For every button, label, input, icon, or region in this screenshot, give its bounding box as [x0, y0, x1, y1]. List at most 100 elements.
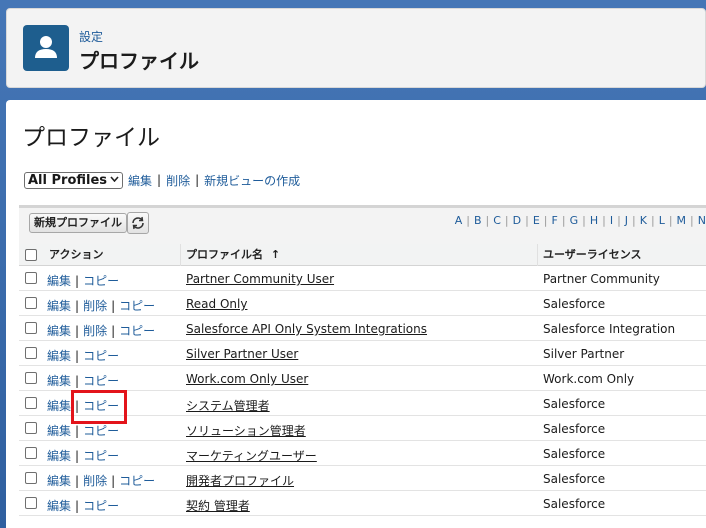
- alphabet-letter[interactable]: M: [677, 214, 687, 227]
- alphabet-letter[interactable]: D: [513, 214, 521, 227]
- table-row: 編集 | 削除 | コピー Read Only Salesforce: [19, 291, 706, 316]
- profile-name-cell: ソリューション管理者: [186, 422, 306, 439]
- alphabet-letter[interactable]: A: [455, 214, 463, 227]
- breadcrumb[interactable]: 設定: [79, 28, 103, 45]
- new-view-link[interactable]: 新規ビューの作成: [204, 172, 300, 189]
- alphabet-separator: |: [602, 214, 606, 227]
- new-profile-button[interactable]: 新規プロファイル: [29, 213, 127, 233]
- separator: |: [195, 173, 200, 187]
- row-actions: 編集 | 削除 | コピー: [47, 297, 155, 314]
- edit-link[interactable]: 編集: [47, 424, 71, 438]
- alphabet-letter[interactable]: L: [659, 214, 665, 227]
- page-title: プロファイル: [22, 125, 160, 151]
- header-title: プロファイル: [79, 49, 199, 73]
- alphabet-letter[interactable]: G: [570, 214, 579, 227]
- profile-name-link[interactable]: Read Only: [186, 297, 247, 311]
- page-header: 設定 プロファイル: [6, 8, 706, 88]
- copy-link[interactable]: コピー: [119, 324, 155, 338]
- action-separator: |: [75, 449, 80, 463]
- alphabet-letter[interactable]: K: [640, 214, 647, 227]
- profile-name-link[interactable]: Silver Partner User: [186, 347, 298, 361]
- row-actions: 編集 | コピー: [47, 497, 119, 514]
- header-profile-name-label: プロファイル名: [186, 248, 263, 261]
- table-row: 編集 | 削除 | コピー Salesforce API Only System Inte…: [19, 316, 706, 341]
- action-separator: |: [75, 299, 80, 313]
- alphabet-letter[interactable]: H: [590, 214, 598, 227]
- alphabet-letter[interactable]: B: [474, 214, 482, 227]
- view-select-value: All Profiles: [28, 172, 108, 188]
- edit-link[interactable]: 編集: [47, 499, 71, 513]
- edit-link[interactable]: 編集: [47, 374, 71, 388]
- refresh-button[interactable]: [127, 212, 149, 234]
- profile-name-link[interactable]: Work.com Only User: [186, 372, 308, 386]
- copy-link[interactable]: コピー: [83, 449, 119, 463]
- row-checkbox[interactable]: [25, 297, 37, 309]
- select-all-checkbox[interactable]: [25, 249, 37, 261]
- list-toolbar: 新規プロファイル A | B | C | D | E | F | G | H | I | J | K | L | M | N: [19, 208, 706, 244]
- action-separator: |: [75, 424, 80, 438]
- copy-link[interactable]: コピー: [119, 299, 155, 313]
- alphabet-letter[interactable]: N: [698, 214, 706, 227]
- copy-link[interactable]: コピー: [119, 474, 155, 488]
- copy-link[interactable]: コピー: [83, 424, 119, 438]
- copy-link[interactable]: コピー: [83, 274, 119, 288]
- alphabet-letter[interactable]: J: [625, 214, 628, 227]
- profile-name-cell: Salesforce API Only System Integrations: [186, 322, 427, 336]
- action-separator: |: [75, 474, 80, 488]
- alphabet-separator: |: [650, 214, 655, 227]
- alphabet-letter[interactable]: E: [533, 214, 540, 227]
- highlight-box: [71, 390, 127, 424]
- edit-link[interactable]: 編集: [47, 474, 71, 488]
- profile-table: アクション プロファイル名 ↑ ユーザーライセンス 編集 | コピー Partner …: [19, 244, 706, 528]
- delete-view-link[interactable]: 削除: [166, 172, 190, 189]
- profile-name-link[interactable]: マーケティングユーザー: [186, 449, 317, 463]
- delete-link[interactable]: 削除: [83, 324, 107, 338]
- table-row: 編集 | コピー Work.com Only User Work.com Only: [19, 366, 706, 391]
- row-checkbox[interactable]: [25, 397, 37, 409]
- edit-link[interactable]: 編集: [47, 399, 71, 413]
- profile-name-link[interactable]: 開発者プロファイル: [186, 474, 294, 488]
- alphabet-letter[interactable]: I: [610, 214, 613, 227]
- row-actions: 編集 | コピー: [47, 272, 119, 289]
- row-checkbox[interactable]: [25, 497, 37, 509]
- edit-link[interactable]: 編集: [47, 324, 71, 338]
- copy-link[interactable]: コピー: [83, 499, 119, 513]
- view-select[interactable]: All Profiles: [24, 171, 124, 189]
- row-checkbox[interactable]: [25, 272, 37, 284]
- alphabet-letter[interactable]: C: [493, 214, 501, 227]
- delete-link[interactable]: 削除: [83, 474, 107, 488]
- alphabet-separator: |: [466, 214, 470, 227]
- row-checkbox[interactable]: [25, 472, 37, 484]
- edit-link[interactable]: 編集: [47, 299, 71, 313]
- delete-link[interactable]: 削除: [83, 299, 107, 313]
- profile-name-link[interactable]: Partner Community User: [186, 272, 334, 286]
- user-license-cell: Salesforce: [543, 472, 606, 486]
- row-actions: 編集 | 削除 | コピー: [47, 472, 155, 489]
- row-checkbox[interactable]: [25, 372, 37, 384]
- edit-link[interactable]: 編集: [47, 349, 71, 363]
- row-checkbox[interactable]: [25, 447, 37, 459]
- edit-view-link[interactable]: 編集: [128, 172, 152, 189]
- profile-name-link[interactable]: Salesforce API Only System Integrations: [186, 322, 427, 336]
- row-actions: 編集 | コピー: [47, 372, 119, 389]
- profile-name-link[interactable]: システム管理者: [186, 399, 270, 413]
- user-license-cell: Work.com Only: [543, 372, 635, 386]
- profile-list: 新規プロファイル A | B | C | D | E | F | G | H | I | J | K | L | M | N アクシ…: [19, 205, 706, 528]
- alphabet-letter[interactable]: F: [552, 214, 558, 227]
- user-license-cell: Salesforce: [543, 397, 606, 411]
- edit-link[interactable]: 編集: [47, 449, 71, 463]
- header-profile-name[interactable]: プロファイル名 ↑: [186, 244, 280, 266]
- alphabet-separator: |: [504, 214, 509, 227]
- main-content: プロファイル All Profiles 編集 | 削除 | 新規ビューの作成 新…: [6, 100, 706, 528]
- alphabet-filter: A | B | C | D | E | F | G | H | I | J | K | L | M | N: [455, 214, 706, 227]
- alphabet-separator: |: [632, 214, 636, 227]
- edit-link[interactable]: 編集: [47, 274, 71, 288]
- copy-link[interactable]: コピー: [83, 349, 119, 363]
- row-checkbox[interactable]: [25, 322, 37, 334]
- copy-link[interactable]: コピー: [83, 374, 119, 388]
- view-controls: All Profiles 編集 | 削除 | 新規ビューの作成: [24, 170, 300, 190]
- row-checkbox[interactable]: [25, 422, 37, 434]
- profile-name-link[interactable]: 契約 管理者: [186, 499, 250, 513]
- profile-name-link[interactable]: ソリューション管理者: [186, 424, 306, 438]
- row-checkbox[interactable]: [25, 347, 37, 359]
